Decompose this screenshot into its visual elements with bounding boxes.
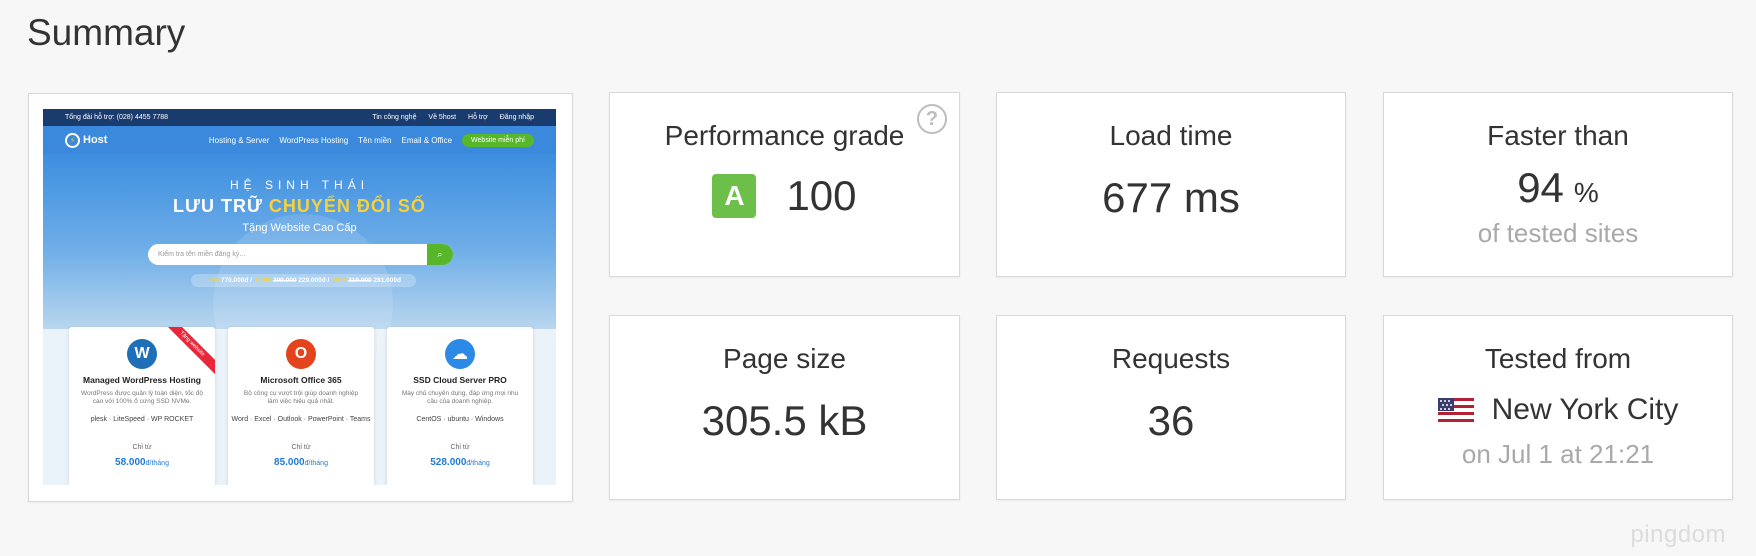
page-size-card: Page size 305.5 kB [609, 315, 960, 500]
preview-price-unit: đ/tháng [466, 460, 490, 467]
preview-topbar-link: Đăng nhập [499, 114, 534, 121]
preview-tld-price: 229.000đ [298, 277, 326, 284]
test-city: New York City [1491, 393, 1679, 426]
preview-plan-from: Chỉ từ [291, 444, 311, 451]
preview-menu-item: Tên miền [358, 135, 392, 145]
tested-from-label: Tested from [1484, 343, 1632, 374]
load-time-card: Load time 677 ms [996, 92, 1346, 277]
preview-tld-old: 399.000 [272, 277, 297, 284]
preview-price-unit: đ/tháng [145, 460, 169, 467]
faster-than-card: Faster than 94% of tested sites [1383, 92, 1733, 277]
preview-tld: .VN [208, 277, 219, 284]
preview-hotline: Tổng đài hỗ trợ: (028) 4455 7788 [65, 114, 169, 121]
preview-logo: ⚡ Host [65, 132, 108, 148]
preview-price-amount: 528.000 [430, 457, 467, 468]
preview-tld-old: 319.000 [348, 277, 372, 284]
preview-headline-b: CHUYỂN ĐỔI SỐ [268, 196, 426, 216]
preview-hero-eyebrow: HỆ SINH THÁI [229, 178, 370, 192]
preview-tld-price: 770.000đ [220, 277, 249, 284]
preview-hero-subtitle: Tặng Website Cao Cấp [242, 222, 357, 234]
preview-plan-name: SSD Cloud Server PRO [413, 375, 507, 385]
requests-card: Requests 36 [996, 315, 1346, 500]
location-row: New York City [1384, 393, 1732, 427]
grade-row: A 100 [610, 172, 959, 220]
preview-plan-card: Tặng website W Managed WordPress Hosting… [69, 327, 215, 485]
preview-search-placeholder: Kiểm tra tên miền đăng ký... [158, 251, 246, 258]
preview-search: Kiểm tra tên miền đăng ký... ⌕ [148, 244, 453, 265]
preview-plan-price: 58.000đ/tháng [69, 457, 215, 468]
preview-plan-price: 85.000đ/tháng [228, 457, 374, 468]
search-icon: ⌕ [427, 244, 453, 265]
faster-than-value: 94 [1517, 164, 1564, 211]
preview-plan-brands: Word · Excel · Outlook · PowerPoint · Te… [231, 416, 371, 423]
preview-logo-text: Host [83, 134, 108, 146]
preview-plans: Tặng website W Managed WordPress Hosting… [69, 327, 533, 485]
preview-headline-a: LƯU TRỮ [173, 196, 269, 216]
page-size-value: 305.5 kB [701, 397, 868, 444]
preview-price-unit: đ/tháng [304, 460, 328, 467]
screenshot-card: Tổng đài hỗ trợ: (028) 4455 7788 Tin côn… [28, 93, 573, 502]
page-title: Summary [27, 12, 186, 53]
tested-from-card: Tested from New York City on Jul 1 at 21… [1383, 315, 1733, 500]
page-size-label: Page size [723, 343, 846, 374]
preview-tld-price: 281.000đ [373, 277, 401, 284]
preview-topbar-link: Tin công nghệ [372, 114, 417, 121]
preview-plan-card: ☁ SSD Cloud Server PRO Máy chủ chuyên dụ… [387, 327, 533, 485]
preview-plan-brands: CentOS · ubuntu · Windows [416, 416, 504, 423]
office-icon: O [286, 339, 316, 369]
pingdom-logo: pingdom [1630, 521, 1726, 548]
site-screenshot: Tổng đài hỗ trợ: (028) 4455 7788 Tin côn… [43, 109, 556, 485]
preview-hero-headline: LƯU TRỮ CHUYỂN ĐỔI SỐ [43, 196, 556, 217]
us-flag-icon [1437, 398, 1474, 422]
grade-badge: A [712, 174, 757, 218]
wordpress-icon: W [127, 339, 157, 369]
preview-tld: .COM [253, 277, 271, 284]
preview-cta: Website miễn phí [462, 133, 534, 147]
cloud-icon: ☁ [445, 339, 475, 369]
preview-topbar-link: Về 5host [428, 114, 457, 121]
preview-domain-prices: .VN 770.000đ / .COM 399.000 229.000đ / .NE… [191, 274, 416, 287]
preview-topbar: Tổng đài hỗ trợ: (028) 4455 7788 Tin côn… [43, 109, 556, 126]
requests-label: Requests [1111, 343, 1231, 374]
preview-ribbon: Tặng website [156, 327, 215, 380]
preview-menu-item: WordPress Hosting [279, 135, 349, 145]
preview-plan-brands: plesk · LiteSpeed · WP ROCKET [90, 416, 194, 423]
preview-menu-item: Hosting & Server [208, 135, 270, 145]
preview-plan-name: Managed WordPress Hosting [83, 375, 201, 385]
preview-price-amount: 85.000 [274, 457, 305, 468]
faster-than-note: of tested sites [1477, 218, 1639, 248]
preview-tld: .NET [331, 277, 347, 284]
preview-plan-name: Microsoft Office 365 [260, 375, 342, 385]
preview-plan-desc: WordPress được quản lý toàn diện, tốc độ… [81, 390, 203, 406]
bolt-icon: ⚡ [65, 132, 80, 148]
preview-plan-price: 528.000đ/tháng [387, 457, 533, 468]
preview-hero: HỆ SINH THÁI LƯU TRỮ CHUYỂN ĐỔI SỐ Tặng … [43, 154, 556, 394]
preview-topbar-link: Hỗ trợ [468, 114, 488, 121]
performance-grade-label: Performance grade [664, 120, 905, 151]
preview-plan-card: O Microsoft Office 365 Bộ công cụ vượt t… [228, 327, 374, 485]
preview-menu-item: Email & Office [401, 135, 453, 145]
performance-score: 100 [786, 172, 857, 219]
help-icon[interactable]: ? [917, 104, 947, 134]
preview-plan-desc: Bộ công cụ vượt trội giúp doanh nghiệp l… [243, 390, 359, 406]
preview-plan-desc: Máy chủ chuyên dụng, đáp ứng mọi nhu cầu… [401, 390, 519, 406]
performance-grade-card: ? Performance grade A 100 [609, 92, 960, 277]
faster-than-label: Faster than [1487, 120, 1629, 151]
preview-plan-from: Chỉ từ [450, 444, 470, 451]
preview-navbar: ⚡ Host Hosting & Server WordPress Hostin… [43, 126, 556, 154]
faster-than-row: 94% [1384, 164, 1732, 212]
preview-price-amount: 58.000 [115, 457, 146, 468]
preview-plan-from: Chỉ từ [132, 444, 152, 451]
requests-value: 36 [1147, 397, 1195, 444]
percent-unit: % [1573, 177, 1599, 208]
load-time-value: 677 ms [1102, 174, 1240, 221]
load-time-label: Load time [1109, 120, 1233, 151]
test-date: on Jul 1 at 21:21 [1461, 439, 1655, 469]
